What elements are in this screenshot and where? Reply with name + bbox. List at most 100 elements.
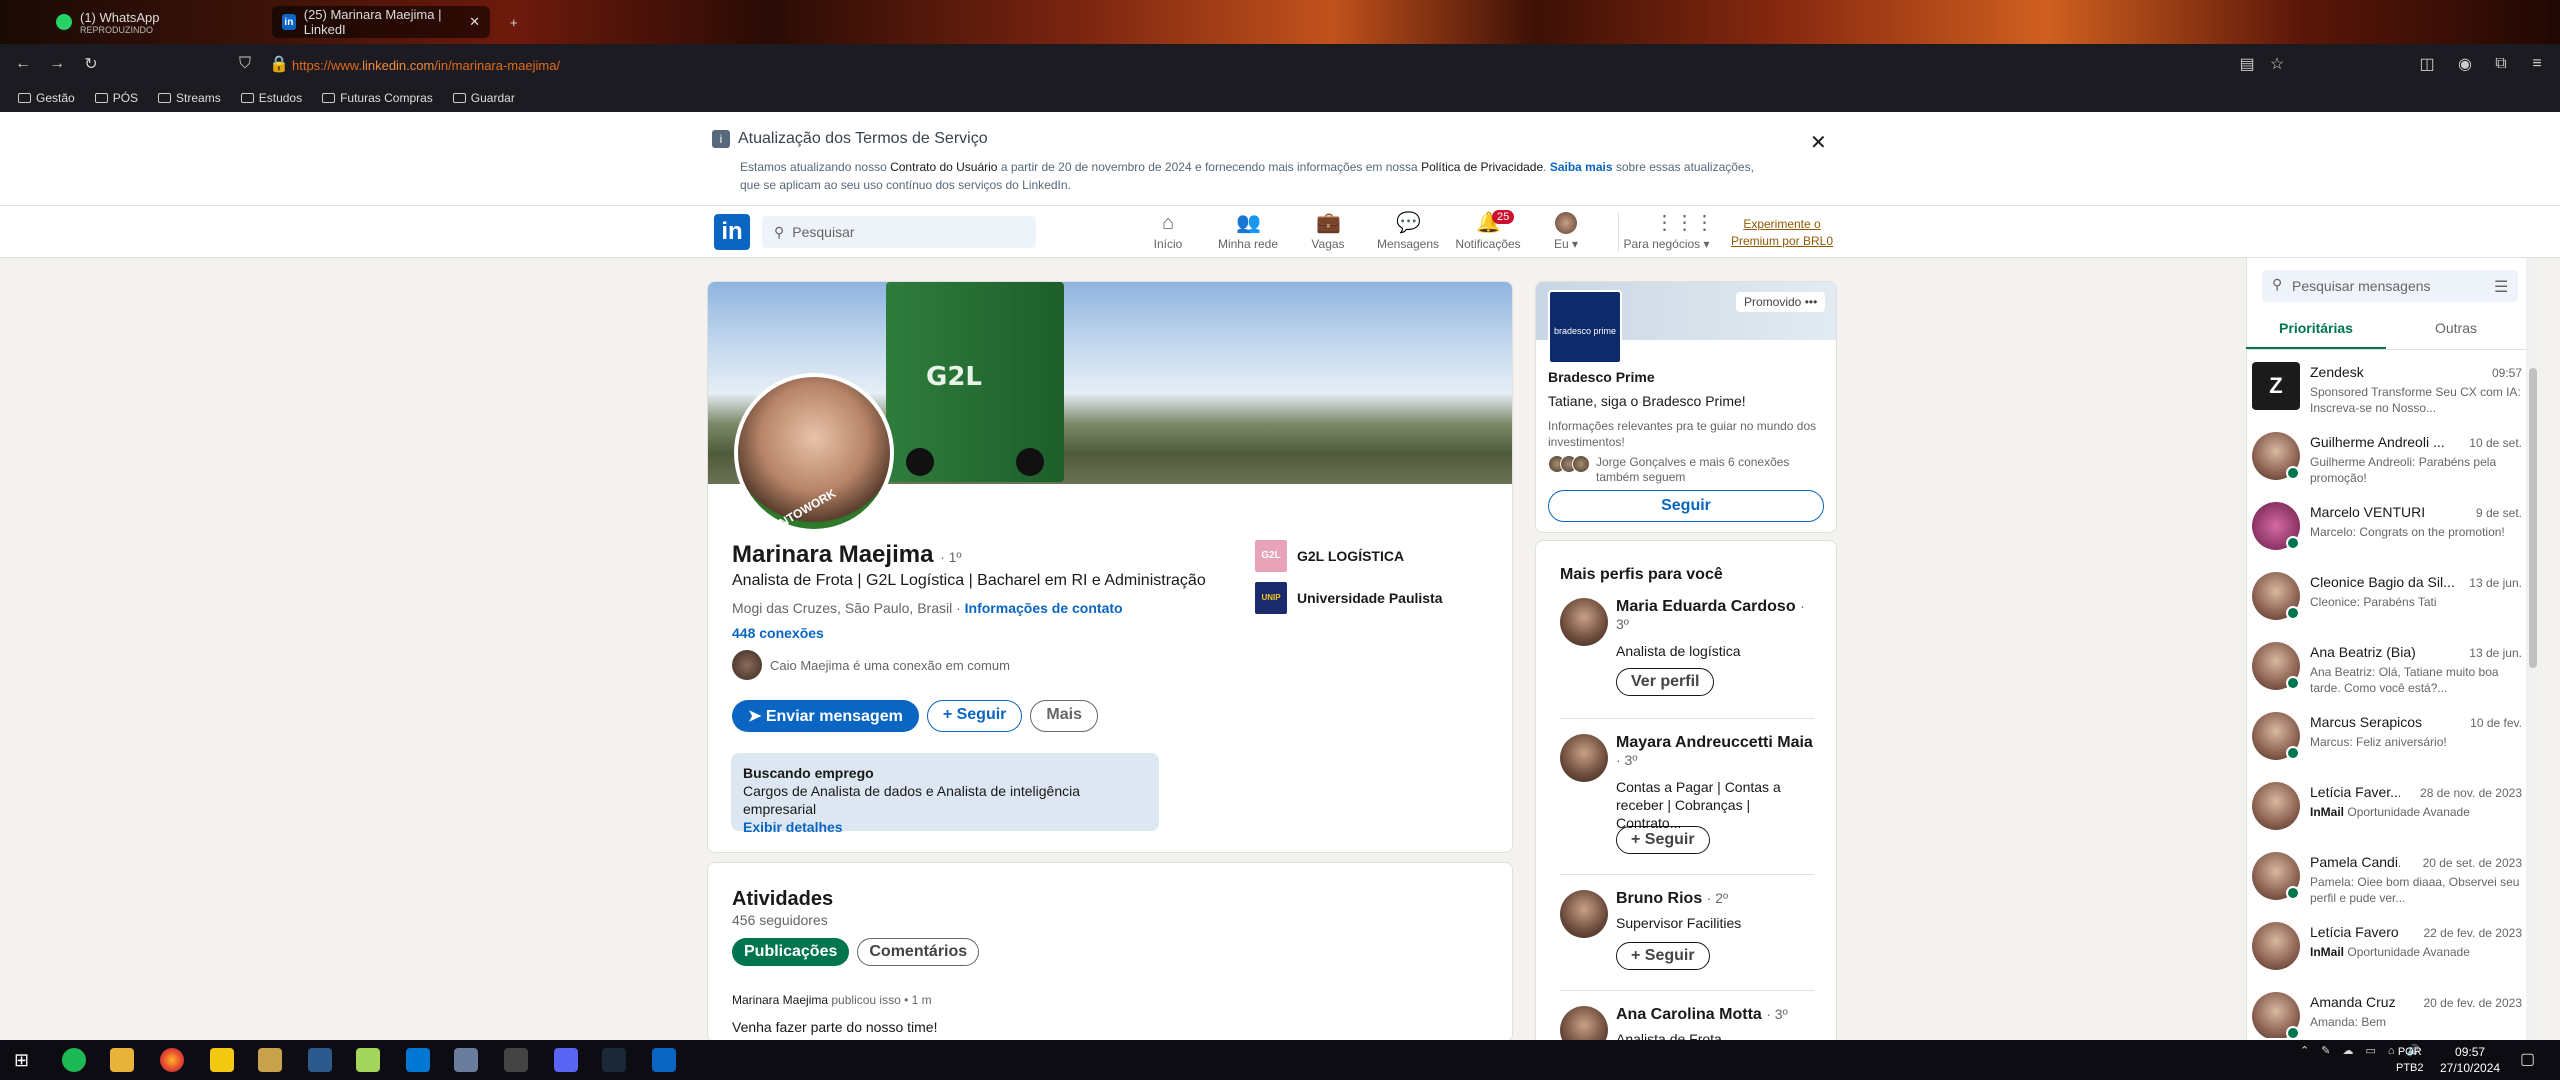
contact-info-link[interactable]: Informações de contato bbox=[965, 600, 1123, 616]
nav-me[interactable]: Eu ▾ bbox=[1526, 212, 1606, 251]
bookmark-star-icon[interactable]: ☆ bbox=[2260, 54, 2294, 74]
app-icon[interactable] bbox=[454, 1048, 478, 1072]
url-host: linkedin.com bbox=[362, 58, 435, 73]
tab-posts[interactable]: Publicações bbox=[732, 938, 850, 966]
promoted-label[interactable]: Promovido ••• bbox=[1736, 292, 1826, 312]
bookmark-folder[interactable]: PÓS bbox=[87, 91, 146, 105]
messaging-scrollbar[interactable] bbox=[2526, 258, 2540, 1040]
send-message-button[interactable]: ➤ Enviar mensagem bbox=[732, 700, 919, 732]
user-agreement-link[interactable]: Contrato do Usuário bbox=[890, 160, 997, 174]
bookmark-label: Guardar bbox=[470, 91, 515, 105]
bookmark-folder[interactable]: Streams bbox=[150, 91, 229, 105]
cloud-icon[interactable]: ☁ bbox=[2342, 1044, 2353, 1057]
conversation-item[interactable]: Ana Beatriz (Bia) 13 de jun. Ana Beatriz: … bbox=[2252, 642, 2522, 712]
back-icon[interactable]: ← bbox=[6, 55, 40, 73]
account-icon[interactable]: ◉ bbox=[2448, 54, 2482, 74]
forward-icon[interactable]: → bbox=[40, 55, 74, 73]
scrollbar-thumb[interactable] bbox=[2529, 368, 2537, 668]
shield-icon[interactable]: ⛉ bbox=[228, 55, 262, 73]
nav-home[interactable]: ⌂ Início bbox=[1128, 212, 1208, 251]
conversation-item[interactable]: Letícia Favero... 22 de fev. de 2023 InMai… bbox=[2252, 922, 2522, 992]
tab-comments[interactable]: Comentários bbox=[857, 938, 980, 966]
post-text[interactable]: Venha fazer parte do nosso time! bbox=[732, 1019, 937, 1035]
follow-button[interactable]: + Seguir bbox=[926, 700, 1023, 732]
message-search-input[interactable]: ⚲ Pesquisar mensagens bbox=[2262, 270, 2518, 302]
try-premium-link[interactable]: Experimente o Premium por BRL0 bbox=[1730, 216, 1834, 250]
privacy-policy-link[interactable]: Política de Privacidade bbox=[1421, 160, 1543, 174]
chevron-up-icon[interactable]: ⌃ bbox=[2300, 1044, 2309, 1057]
app-icon[interactable] bbox=[504, 1048, 528, 1072]
linkedin-logo[interactable]: in bbox=[714, 214, 750, 250]
conversation-item[interactable]: Pamela Candi... 20 de set. de 2023 Pamela:… bbox=[2252, 852, 2522, 922]
filter-icon[interactable]: ☰ bbox=[2494, 277, 2508, 297]
powerbi-icon[interactable] bbox=[210, 1048, 234, 1072]
app-icon[interactable] bbox=[356, 1048, 380, 1072]
battery-icon[interactable]: ▭ bbox=[2365, 1044, 2375, 1057]
discord-icon[interactable] bbox=[554, 1048, 578, 1072]
tab-linkedin[interactable]: in (25) Marinara Maejima | LinkedI ✕ bbox=[272, 6, 490, 38]
follow-button[interactable]: + Seguir bbox=[1616, 826, 1710, 854]
conversation-item[interactable]: Marcelo VENTURI 9 de set. Marcelo: Congrat… bbox=[2252, 502, 2522, 572]
new-tab-button[interactable]: + bbox=[500, 6, 528, 38]
nav-business[interactable]: ⋮⋮⋮ Para negócios ▾ bbox=[1618, 212, 1715, 251]
conversation-item[interactable]: Cleonice Bagio da Sil... 13 de jun. Cleoni… bbox=[2252, 572, 2522, 642]
app-icon[interactable] bbox=[258, 1048, 282, 1072]
follow-button[interactable]: + Seguir bbox=[1616, 942, 1710, 970]
show-details-link[interactable]: Exibir detalhes bbox=[743, 819, 843, 835]
mutual-connection[interactable]: Caio Maejima é uma conexão em comum bbox=[732, 650, 1010, 680]
clock[interactable]: 09:57 27/10/2024 bbox=[2440, 1044, 2500, 1076]
nav-messaging[interactable]: 💬 Mensagens bbox=[1368, 212, 1448, 251]
spotify-icon[interactable] bbox=[62, 1048, 86, 1072]
org-school[interactable]: UNIP Universidade Paulista bbox=[1255, 582, 1443, 614]
conversation-item[interactable]: Z Zendesk 09:57 Sponsored Transforme Seu CX… bbox=[2252, 362, 2522, 432]
nav-jobs[interactable]: 💼 Vagas bbox=[1288, 212, 1368, 251]
ad-tagline: Tatiane, siga o Bradesco Prime! bbox=[1548, 393, 1746, 409]
learn-more-link[interactable]: Saiba mais bbox=[1550, 160, 1613, 174]
bradesco-logo[interactable]: bradesco prime bbox=[1548, 290, 1622, 364]
browser-icon[interactable] bbox=[652, 1048, 676, 1072]
org-company[interactable]: G2L G2L LOGÍSTICA bbox=[1255, 540, 1443, 572]
nav-notifications[interactable]: 🔔 25 Notificações bbox=[1448, 210, 1528, 251]
search-input[interactable]: ⚲ Pesquisar bbox=[762, 216, 1036, 248]
tab-focused[interactable]: Prioritárias bbox=[2246, 316, 2386, 349]
nav-network[interactable]: 👥 Minha rede bbox=[1208, 212, 1288, 251]
vscode-icon[interactable] bbox=[406, 1048, 430, 1072]
conversation-preview: Marcus: Feliz aniversário! bbox=[2310, 735, 2447, 749]
more-button[interactable]: Mais bbox=[1030, 700, 1098, 732]
close-tab-icon[interactable]: ✕ bbox=[469, 14, 480, 30]
language-indicator[interactable]: POR PTB2 bbox=[2396, 1044, 2424, 1076]
profile-photo[interactable]: #OPENTOWORK bbox=[734, 373, 894, 546]
bookmark-folder[interactable]: Estudos bbox=[233, 91, 310, 105]
url-bar[interactable]: https://www.linkedin.com/in/marinara-mae… bbox=[292, 58, 560, 73]
pen-icon[interactable]: ✎ bbox=[2321, 1044, 2330, 1057]
ad-follow-button[interactable]: Seguir bbox=[1548, 490, 1824, 522]
pocket-icon[interactable]: ◫ bbox=[2410, 54, 2444, 74]
extensions-icon[interactable]: ⧉ bbox=[2484, 55, 2518, 73]
windows-start-icon[interactable]: ⊞ bbox=[14, 1048, 38, 1072]
tab-other[interactable]: Outras bbox=[2386, 316, 2526, 349]
notification-center-icon[interactable]: ▢ bbox=[2520, 1048, 2544, 1072]
search-placeholder: Pesquisar mensagens bbox=[2292, 278, 2431, 294]
reader-icon[interactable]: ▤ bbox=[2230, 54, 2264, 74]
conversation-item[interactable]: Amanda Cruz 20 de fev. de 2023 Amanda: Bem bbox=[2252, 992, 2522, 1038]
menu-icon[interactable]: ≡ bbox=[2520, 55, 2554, 73]
ad-brand[interactable]: Bradesco Prime bbox=[1548, 369, 1655, 385]
view-profile-button[interactable]: Ver perfil bbox=[1616, 668, 1715, 696]
conversation-item[interactable]: Guilherme Andreoli ... 10 de set. Guilherm… bbox=[2252, 432, 2522, 502]
app-icon[interactable] bbox=[308, 1048, 332, 1072]
network-icon[interactable]: ⌂ bbox=[2388, 1045, 2395, 1057]
close-banner-icon[interactable]: ✕ bbox=[1810, 130, 1827, 155]
connections-link[interactable]: 448 conexões bbox=[732, 625, 824, 641]
tab-whatsapp[interactable]: (1) WhatsApp REPRODUZINDO bbox=[46, 6, 169, 38]
bookmark-folder[interactable]: Guardar bbox=[445, 91, 523, 105]
firefox-icon[interactable] bbox=[160, 1048, 184, 1072]
more-options-icon[interactable]: ••• bbox=[1805, 295, 1818, 309]
bookmark-folder[interactable]: Gestão bbox=[10, 91, 83, 105]
reload-icon[interactable]: ↻ bbox=[74, 54, 108, 74]
steam-icon[interactable] bbox=[602, 1048, 626, 1072]
file-explorer-icon[interactable] bbox=[110, 1048, 134, 1072]
conversation-item[interactable]: Marcus Serapicos 10 de fev. Marcus: Feliz … bbox=[2252, 712, 2522, 782]
bookmark-folder[interactable]: Futuras Compras bbox=[314, 91, 441, 105]
conversation-item[interactable]: Letícia Faver... 28 de nov. de 2023 InMail… bbox=[2252, 782, 2522, 852]
contact-avatar bbox=[2252, 922, 2300, 970]
